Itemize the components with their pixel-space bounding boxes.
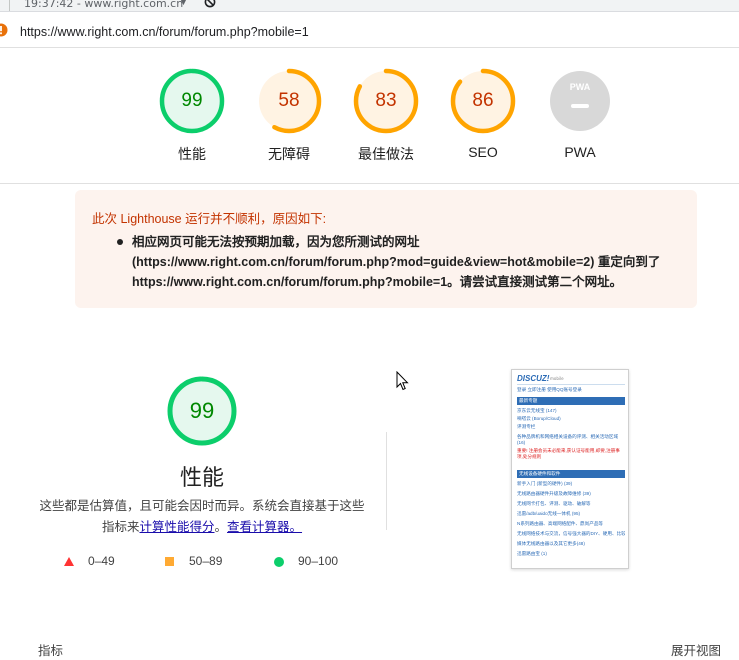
thumb-section: 无线设备硬件和软件 — [517, 470, 625, 478]
gauge-4[interactable]: 86 — [450, 68, 516, 134]
divider — [0, 183, 739, 184]
calculator-link[interactable]: 查看计算器。 — [227, 520, 302, 534]
vertical-divider — [386, 432, 387, 530]
metrics-heading: 指标 — [38, 644, 64, 658]
warning-icon — [0, 23, 8, 37]
performance-score: 99 — [189, 398, 215, 423]
bullet — [117, 239, 123, 245]
triangle-icon — [64, 557, 74, 566]
thumb-notice: 重要! 注册会员未必能来,获认证号能用,却要,注册事项,处分规则 — [517, 448, 620, 459]
thumb-logo-sub: mobile — [550, 376, 564, 381]
expand-view-toggle[interactable]: 展开视图 — [671, 640, 721, 659]
report-timestamp: 19:37:42 - www.right.com.cn — [24, 0, 184, 10]
thumb-row: 无线网络技术与交流，信号强大器的DIY、硬用、比较 — [517, 531, 625, 536]
no-entry-icon[interactable] — [204, 0, 216, 8]
thumb-row: N系列路由器、高端网络配件、鼎尚产品等 — [517, 521, 604, 526]
performance-description: 这些都是估算值，且可能会因时而异。系统会直接基于这些指标来计算性能得分。查看计算… — [36, 496, 368, 538]
thumb-rule — [517, 384, 625, 385]
circle-icon — [274, 557, 284, 567]
calc-score-link[interactable]: 计算性能得分 — [139, 520, 214, 534]
thumb-row: 嘀嗒云 (Borup/Cloud) — [517, 416, 561, 421]
gauge-score: 83 — [375, 90, 397, 111]
legend-range: 50–89 — [189, 554, 223, 568]
mouse-cursor-icon — [396, 371, 409, 391]
thumb-row: 评测专栏 — [517, 424, 536, 429]
gauge-label: SEO — [468, 144, 498, 160]
status-strip: 19:37:42 - www.right.com.cn ▼ — [0, 0, 739, 12]
legend-range: 90–100 — [298, 554, 339, 568]
gauge-5[interactable]: PWA — [547, 68, 613, 134]
gauge-score: 58 — [278, 90, 300, 111]
gauge-score: 86 — [472, 90, 494, 111]
gauge-label: 最佳做法 — [358, 146, 414, 162]
runtime-warning: 此次 Lighthouse 运行并不顺利，原因如下: 相应网页可能无法按预期加载… — [75, 190, 697, 308]
status-separator — [9, 0, 10, 11]
thumb-row: 迅雷/adb/uaido无线一体机 (95) — [517, 511, 581, 516]
performance-gauge: 99 — [166, 375, 238, 447]
thumb-row: 各种品牌机和网络相关设备的评测、相关活动区域 (16) — [517, 434, 619, 445]
thumb-row: 新手入门 (新型的硬件) (39) — [517, 481, 573, 486]
description-sep: 。 — [214, 520, 228, 534]
warning-title: 此次 Lighthouse 运行并不顺利，原因如下: — [92, 212, 327, 226]
pwa-badge-icon: PWA — [569, 82, 591, 92]
thumb-section: 最新专题 — [517, 397, 625, 405]
tested-url[interactable]: https://www.right.com.cn/forum/forum.php… — [20, 25, 309, 39]
gauge-score: 99 — [181, 90, 203, 111]
square-icon — [165, 557, 174, 566]
warning-message: 相应网页可能无法按预期加载，因为您所测试的网址 (https://www.rig… — [132, 235, 661, 289]
gauge-3[interactable]: 83 — [353, 68, 419, 134]
chevron-down-icon[interactable]: ▼ — [180, 0, 187, 7]
gauge-ring — [550, 71, 610, 131]
gauge-label: 无障碍 — [268, 146, 310, 162]
thumb-login: 登录 立即注册 使用QQ账号登录 — [517, 387, 582, 392]
thumb-row: 无线网卡打包、评测、驱动、破解等 — [517, 501, 591, 506]
gauge-2[interactable]: 58 — [256, 68, 322, 134]
pwa-dash — [571, 104, 589, 108]
final-screenshot-thumbnail[interactable]: DISCUZ! mobile 登录 立即注册 使用QQ账号登录 最新专题 京东云… — [511, 369, 629, 569]
url-bar: https://www.right.com.cn/forum/forum.php… — [0, 12, 739, 48]
gauge-1[interactable]: 99 — [159, 68, 225, 134]
thumb-row: 迅雷路由宝 (1) — [517, 551, 547, 556]
thumb-row: 媒体无线路由器以及其它更多(48) — [517, 541, 585, 546]
gauge-background — [550, 71, 610, 131]
performance-title: 性能 — [179, 465, 224, 490]
thumb-row: 京东云无线宝 (147) — [517, 408, 557, 413]
legend-range: 0–49 — [88, 554, 115, 568]
gauge-label: PWA — [564, 144, 596, 160]
gauge-label: 性能 — [178, 146, 206, 162]
thumb-row: 无线路由器硬件升级及故障维修 (39) — [517, 491, 591, 496]
thumb-logo: DISCUZ! — [517, 374, 550, 383]
